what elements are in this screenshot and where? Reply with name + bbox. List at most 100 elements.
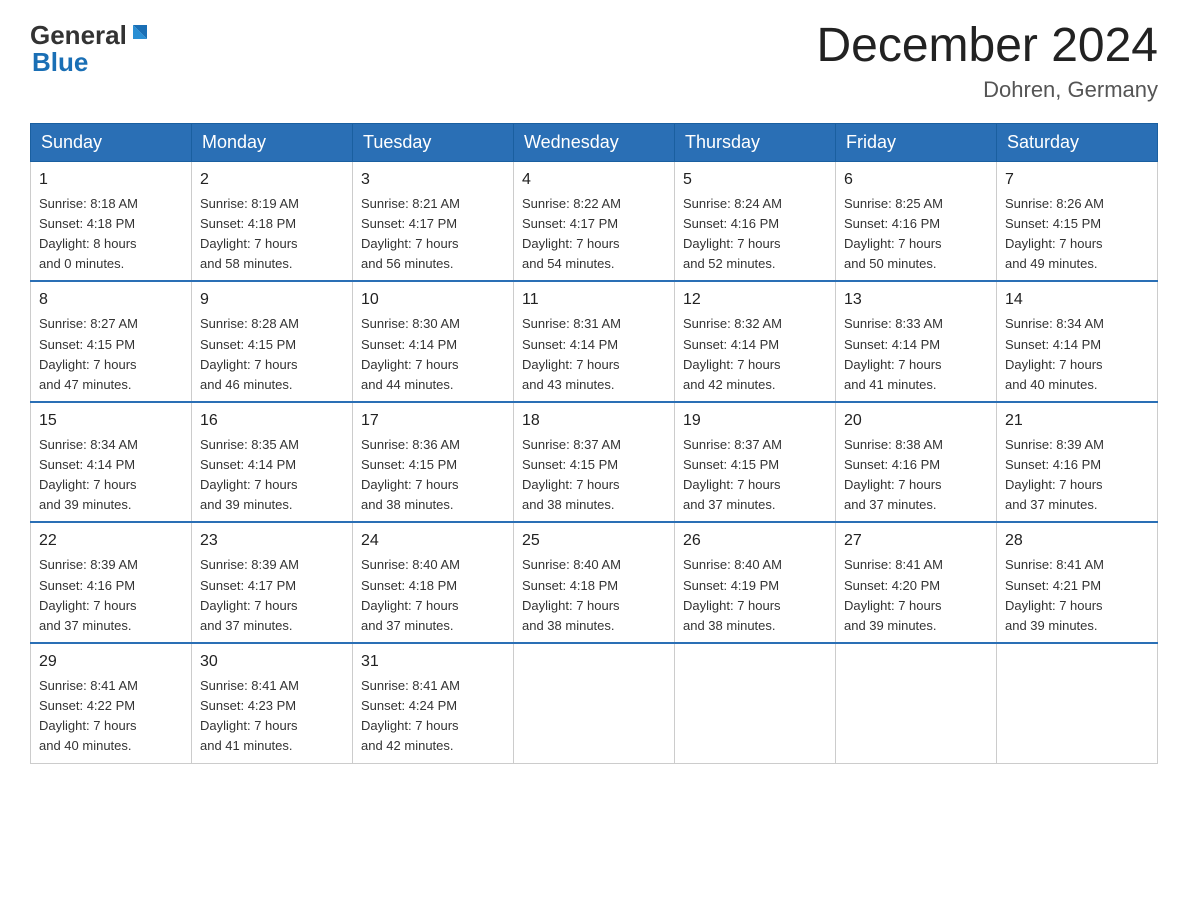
day-info: Sunrise: 8:32 AMSunset: 4:14 PMDaylight:… <box>683 314 827 395</box>
day-number: 16 <box>200 409 344 433</box>
day-number: 22 <box>39 529 183 553</box>
day-info: Sunrise: 8:33 AMSunset: 4:14 PMDaylight:… <box>844 314 988 395</box>
calendar-cell: 22Sunrise: 8:39 AMSunset: 4:16 PMDayligh… <box>31 522 192 643</box>
day-info: Sunrise: 8:41 AMSunset: 4:23 PMDaylight:… <box>200 676 344 757</box>
calendar-cell: 13Sunrise: 8:33 AMSunset: 4:14 PMDayligh… <box>836 281 997 402</box>
calendar-cell: 29Sunrise: 8:41 AMSunset: 4:22 PMDayligh… <box>31 643 192 763</box>
calendar-cell: 18Sunrise: 8:37 AMSunset: 4:15 PMDayligh… <box>514 402 675 523</box>
day-number: 8 <box>39 288 183 312</box>
day-info: Sunrise: 8:41 AMSunset: 4:21 PMDaylight:… <box>1005 555 1149 636</box>
header: General Blue December 2024 Dohren, Germa… <box>30 20 1158 103</box>
day-number: 12 <box>683 288 827 312</box>
weekday-header-monday: Monday <box>192 123 353 161</box>
day-info: Sunrise: 8:18 AMSunset: 4:18 PMDaylight:… <box>39 194 183 275</box>
calendar-week-row: 8Sunrise: 8:27 AMSunset: 4:15 PMDaylight… <box>31 281 1158 402</box>
calendar-cell: 1Sunrise: 8:18 AMSunset: 4:18 PMDaylight… <box>31 161 192 281</box>
calendar-week-row: 1Sunrise: 8:18 AMSunset: 4:18 PMDaylight… <box>31 161 1158 281</box>
calendar-week-row: 29Sunrise: 8:41 AMSunset: 4:22 PMDayligh… <box>31 643 1158 763</box>
day-info: Sunrise: 8:26 AMSunset: 4:15 PMDaylight:… <box>1005 194 1149 275</box>
day-info: Sunrise: 8:39 AMSunset: 4:16 PMDaylight:… <box>1005 435 1149 516</box>
logo-icon <box>129 25 151 47</box>
day-info: Sunrise: 8:38 AMSunset: 4:16 PMDaylight:… <box>844 435 988 516</box>
weekday-header-saturday: Saturday <box>997 123 1158 161</box>
calendar-cell: 8Sunrise: 8:27 AMSunset: 4:15 PMDaylight… <box>31 281 192 402</box>
day-number: 30 <box>200 650 344 674</box>
day-info: Sunrise: 8:27 AMSunset: 4:15 PMDaylight:… <box>39 314 183 395</box>
weekday-header-row: SundayMondayTuesdayWednesdayThursdayFrid… <box>31 123 1158 161</box>
calendar-cell: 16Sunrise: 8:35 AMSunset: 4:14 PMDayligh… <box>192 402 353 523</box>
calendar-cell: 19Sunrise: 8:37 AMSunset: 4:15 PMDayligh… <box>675 402 836 523</box>
day-info: Sunrise: 8:28 AMSunset: 4:15 PMDaylight:… <box>200 314 344 395</box>
day-info: Sunrise: 8:37 AMSunset: 4:15 PMDaylight:… <box>522 435 666 516</box>
day-info: Sunrise: 8:39 AMSunset: 4:16 PMDaylight:… <box>39 555 183 636</box>
weekday-header-sunday: Sunday <box>31 123 192 161</box>
calendar-cell: 20Sunrise: 8:38 AMSunset: 4:16 PMDayligh… <box>836 402 997 523</box>
calendar-cell: 3Sunrise: 8:21 AMSunset: 4:17 PMDaylight… <box>353 161 514 281</box>
day-info: Sunrise: 8:35 AMSunset: 4:14 PMDaylight:… <box>200 435 344 516</box>
day-info: Sunrise: 8:41 AMSunset: 4:22 PMDaylight:… <box>39 676 183 757</box>
day-number: 2 <box>200 168 344 192</box>
day-info: Sunrise: 8:36 AMSunset: 4:15 PMDaylight:… <box>361 435 505 516</box>
calendar-cell: 23Sunrise: 8:39 AMSunset: 4:17 PMDayligh… <box>192 522 353 643</box>
day-number: 14 <box>1005 288 1149 312</box>
day-number: 6 <box>844 168 988 192</box>
day-number: 17 <box>361 409 505 433</box>
calendar-title: December 2024 <box>816 20 1158 73</box>
day-number: 11 <box>522 288 666 312</box>
day-number: 15 <box>39 409 183 433</box>
day-info: Sunrise: 8:21 AMSunset: 4:17 PMDaylight:… <box>361 194 505 275</box>
day-info: Sunrise: 8:24 AMSunset: 4:16 PMDaylight:… <box>683 194 827 275</box>
calendar-cell: 24Sunrise: 8:40 AMSunset: 4:18 PMDayligh… <box>353 522 514 643</box>
calendar-cell: 27Sunrise: 8:41 AMSunset: 4:20 PMDayligh… <box>836 522 997 643</box>
day-number: 29 <box>39 650 183 674</box>
day-info: Sunrise: 8:31 AMSunset: 4:14 PMDaylight:… <box>522 314 666 395</box>
calendar-cell: 7Sunrise: 8:26 AMSunset: 4:15 PMDaylight… <box>997 161 1158 281</box>
day-info: Sunrise: 8:19 AMSunset: 4:18 PMDaylight:… <box>200 194 344 275</box>
calendar-cell: 12Sunrise: 8:32 AMSunset: 4:14 PMDayligh… <box>675 281 836 402</box>
day-info: Sunrise: 8:40 AMSunset: 4:19 PMDaylight:… <box>683 555 827 636</box>
day-number: 20 <box>844 409 988 433</box>
calendar-cell: 14Sunrise: 8:34 AMSunset: 4:14 PMDayligh… <box>997 281 1158 402</box>
weekday-header-thursday: Thursday <box>675 123 836 161</box>
day-number: 24 <box>361 529 505 553</box>
day-number: 18 <box>522 409 666 433</box>
day-number: 10 <box>361 288 505 312</box>
day-number: 5 <box>683 168 827 192</box>
day-number: 13 <box>844 288 988 312</box>
day-info: Sunrise: 8:37 AMSunset: 4:15 PMDaylight:… <box>683 435 827 516</box>
day-number: 7 <box>1005 168 1149 192</box>
calendar-week-row: 22Sunrise: 8:39 AMSunset: 4:16 PMDayligh… <box>31 522 1158 643</box>
weekday-header-friday: Friday <box>836 123 997 161</box>
day-info: Sunrise: 8:22 AMSunset: 4:17 PMDaylight:… <box>522 194 666 275</box>
logo-blue: Blue <box>30 47 88 78</box>
day-number: 28 <box>1005 529 1149 553</box>
calendar-cell: 31Sunrise: 8:41 AMSunset: 4:24 PMDayligh… <box>353 643 514 763</box>
calendar-cell: 30Sunrise: 8:41 AMSunset: 4:23 PMDayligh… <box>192 643 353 763</box>
weekday-header-tuesday: Tuesday <box>353 123 514 161</box>
day-number: 9 <box>200 288 344 312</box>
calendar-cell <box>836 643 997 763</box>
day-number: 1 <box>39 168 183 192</box>
calendar-cell: 26Sunrise: 8:40 AMSunset: 4:19 PMDayligh… <box>675 522 836 643</box>
day-info: Sunrise: 8:40 AMSunset: 4:18 PMDaylight:… <box>361 555 505 636</box>
day-info: Sunrise: 8:40 AMSunset: 4:18 PMDaylight:… <box>522 555 666 636</box>
weekday-header-wednesday: Wednesday <box>514 123 675 161</box>
calendar-cell: 21Sunrise: 8:39 AMSunset: 4:16 PMDayligh… <box>997 402 1158 523</box>
calendar-cell: 25Sunrise: 8:40 AMSunset: 4:18 PMDayligh… <box>514 522 675 643</box>
calendar-cell: 28Sunrise: 8:41 AMSunset: 4:21 PMDayligh… <box>997 522 1158 643</box>
day-number: 19 <box>683 409 827 433</box>
calendar-table: SundayMondayTuesdayWednesdayThursdayFrid… <box>30 123 1158 764</box>
day-number: 25 <box>522 529 666 553</box>
day-number: 21 <box>1005 409 1149 433</box>
calendar-cell: 6Sunrise: 8:25 AMSunset: 4:16 PMDaylight… <box>836 161 997 281</box>
day-number: 3 <box>361 168 505 192</box>
day-number: 31 <box>361 650 505 674</box>
calendar-cell: 9Sunrise: 8:28 AMSunset: 4:15 PMDaylight… <box>192 281 353 402</box>
day-info: Sunrise: 8:34 AMSunset: 4:14 PMDaylight:… <box>1005 314 1149 395</box>
calendar-cell: 2Sunrise: 8:19 AMSunset: 4:18 PMDaylight… <box>192 161 353 281</box>
calendar-cell: 4Sunrise: 8:22 AMSunset: 4:17 PMDaylight… <box>514 161 675 281</box>
calendar-cell: 15Sunrise: 8:34 AMSunset: 4:14 PMDayligh… <box>31 402 192 523</box>
calendar-cell: 5Sunrise: 8:24 AMSunset: 4:16 PMDaylight… <box>675 161 836 281</box>
calendar-week-row: 15Sunrise: 8:34 AMSunset: 4:14 PMDayligh… <box>31 402 1158 523</box>
calendar-cell: 17Sunrise: 8:36 AMSunset: 4:15 PMDayligh… <box>353 402 514 523</box>
